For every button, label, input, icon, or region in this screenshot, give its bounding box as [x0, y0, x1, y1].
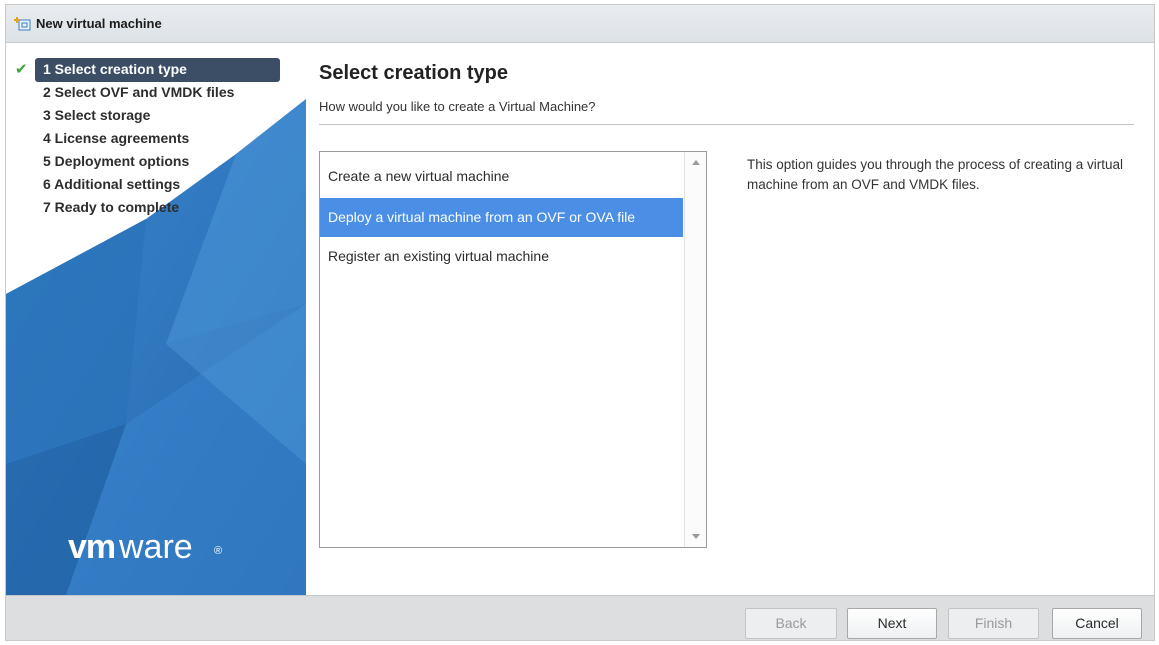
step-label: 5 Deployment options [43, 153, 190, 169]
list-scrollbar[interactable] [684, 152, 706, 547]
step-label: 7 Ready to complete [43, 199, 180, 215]
creation-type-list[interactable]: Create a new virtual machine Deploy a vi… [319, 151, 707, 548]
new-vm-icon [14, 16, 32, 32]
next-button[interactable]: Next [847, 608, 937, 639]
step-select-storage[interactable]: 3 Select storage [6, 104, 306, 127]
divider [319, 124, 1134, 125]
logo-regular: ware [118, 530, 193, 566]
option-description: This option guides you through the proce… [747, 157, 1123, 192]
scroll-up-icon[interactable] [692, 160, 700, 165]
step-additional-settings[interactable]: 6 Additional settings [6, 173, 306, 196]
dialog-titlebar: New virtual machine [6, 5, 1154, 43]
step-select-creation-type[interactable]: ✔ 1 Select creation type [6, 58, 306, 82]
dialog-title: New virtual machine [36, 16, 162, 31]
option-create-new-vm[interactable]: Create a new virtual machine [320, 157, 683, 196]
wizard-steps: ✔ 1 Select creation type 2 Select OVF an… [6, 58, 306, 219]
option-register-existing-vm[interactable]: Register an existing virtual machine [320, 237, 683, 276]
finish-button[interactable]: Finish [948, 608, 1039, 639]
back-button[interactable]: Back [745, 608, 837, 639]
step-select-ovf-vmdk[interactable]: 2 Select OVF and VMDK files [6, 81, 306, 104]
logo-bold: vm [68, 530, 115, 566]
checkmark-icon: ✔ [15, 61, 28, 78]
step-license-agreements[interactable]: 4 License agreements [6, 127, 306, 150]
step-label: 6 Additional settings [43, 176, 181, 192]
step-ready-to-complete[interactable]: 7 Ready to complete [6, 196, 306, 219]
step-deployment-options[interactable]: 5 Deployment options [6, 150, 306, 173]
cancel-button[interactable]: Cancel [1052, 608, 1142, 639]
step-label: 1 Select creation type [43, 61, 187, 77]
new-vm-dialog: New virtual machine ✔ 1 Select creation … [5, 4, 1155, 641]
page-subtitle: How would you like to create a Virtual M… [319, 99, 596, 114]
scroll-down-icon[interactable] [692, 534, 700, 539]
page-title: Select creation type [319, 62, 508, 84]
wizard-content: Select creation type How would you like … [306, 44, 1154, 595]
step-label: 3 Select storage [43, 107, 151, 123]
logo-registered: ® [214, 545, 222, 557]
vmware-logo: vm ware ® [68, 530, 222, 566]
option-deploy-from-ovf[interactable]: Deploy a virtual machine from an OVF or … [320, 198, 683, 237]
wizard-footer: Back Next Finish Cancel [6, 595, 1154, 640]
wizard-sidebar: ✔ 1 Select creation type 2 Select OVF an… [6, 44, 306, 595]
step-label: 2 Select OVF and VMDK files [43, 84, 235, 100]
step-label: 4 License agreements [43, 130, 190, 146]
